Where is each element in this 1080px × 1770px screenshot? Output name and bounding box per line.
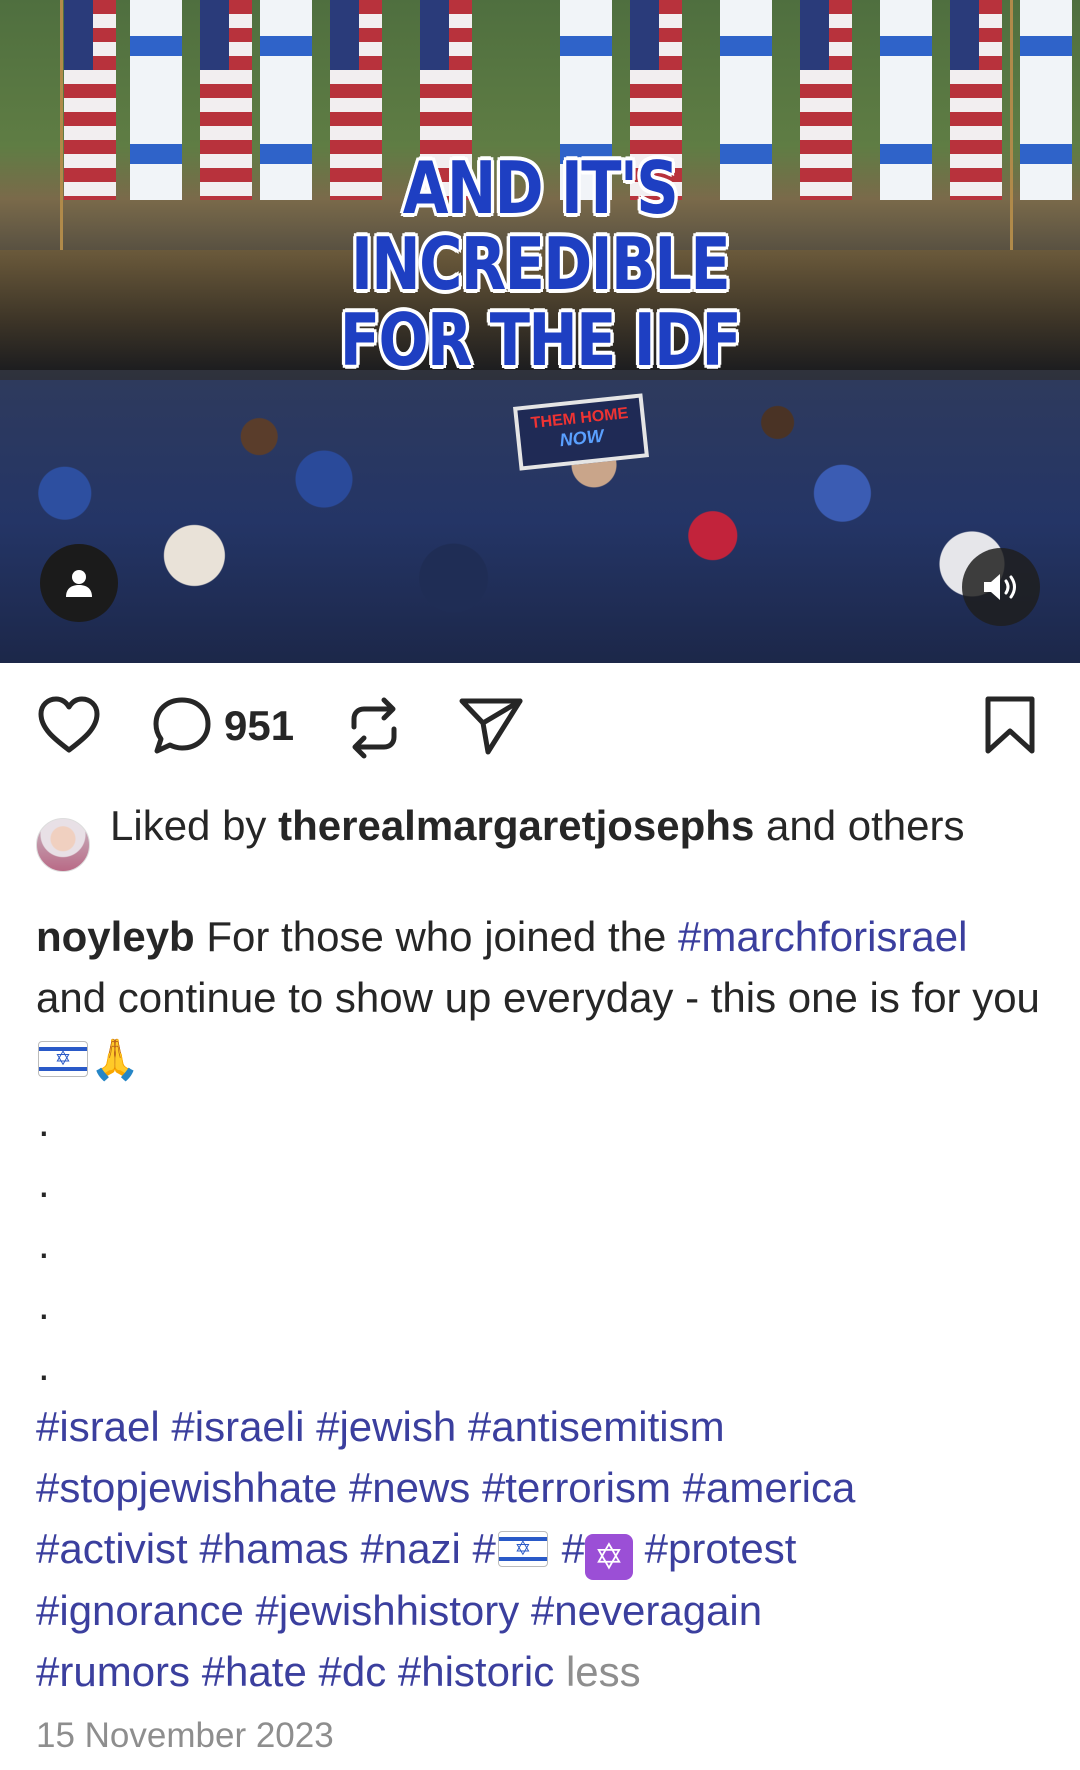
hashtag-text[interactable]: #activist #hamas #nazi # bbox=[36, 1525, 496, 1572]
save-button[interactable] bbox=[982, 695, 1038, 757]
bookmark-icon bbox=[985, 696, 1035, 754]
action-bar: 951 bbox=[0, 663, 1080, 783]
hashtag-line[interactable]: #ignorance #jewishhistory #neveragain bbox=[36, 1580, 1046, 1641]
post-caption: noyleyb For those who joined the #marchf… bbox=[36, 906, 1046, 1702]
hashtag-text[interactable]: #protest bbox=[645, 1525, 797, 1572]
speaker-icon bbox=[984, 574, 1016, 600]
likes-summary[interactable]: Liked by therealmargaretjosephs and othe… bbox=[36, 800, 1046, 872]
dot-line: . bbox=[38, 1220, 50, 1267]
like-button[interactable] bbox=[36, 695, 102, 755]
sound-toggle-button[interactable] bbox=[962, 548, 1040, 626]
israel-flag-emoji-icon bbox=[38, 1041, 88, 1077]
less-button[interactable]: less bbox=[566, 1648, 641, 1695]
us-flag bbox=[200, 0, 252, 200]
repost-button[interactable] bbox=[344, 695, 404, 761]
us-flag bbox=[64, 0, 116, 200]
protest-sign: THEM HOME NOW bbox=[513, 393, 649, 471]
heart-icon bbox=[38, 696, 100, 753]
us-flag bbox=[800, 0, 852, 200]
hashtag-link[interactable]: #marchforisrael bbox=[678, 913, 967, 960]
avatar[interactable] bbox=[36, 818, 90, 872]
video-text-overlay: AND IT'S INCREDIBLE FOR THE IDF bbox=[302, 150, 778, 378]
likes-suffix[interactable]: and others bbox=[766, 802, 964, 849]
flag-pole bbox=[60, 0, 63, 260]
hashtag-text[interactable]: # bbox=[562, 1525, 585, 1572]
hashtag-line[interactable]: #activist #hamas #nazi # #✡ #protest bbox=[36, 1518, 1046, 1580]
israel-flag bbox=[1020, 0, 1072, 200]
user-icon bbox=[66, 570, 92, 597]
caption-body: noyleyb For those who joined the #marchf… bbox=[36, 906, 1046, 1091]
likes-prefix: Liked by bbox=[110, 802, 267, 849]
post-video[interactable]: THEM HOME NOW AND IT'S INCREDIBLE FOR TH… bbox=[0, 0, 1080, 663]
israel-flag bbox=[130, 0, 182, 200]
star-of-david-emoji-icon: ✡ bbox=[584, 1534, 633, 1580]
hashtag-text[interactable]: #rumors #hate #dc #historic bbox=[36, 1648, 554, 1695]
caption-text: and continue to show up everyday - this … bbox=[36, 974, 1040, 1021]
israel-flag-emoji-icon bbox=[497, 1531, 548, 1567]
caption-text: For those who joined the bbox=[206, 913, 667, 960]
share-button[interactable] bbox=[458, 695, 524, 757]
author-username[interactable]: noyleyb bbox=[36, 913, 195, 960]
israel-flag bbox=[880, 0, 932, 200]
overlay-line-2: INCREDIBLE bbox=[350, 222, 731, 306]
flag-pole bbox=[1010, 0, 1013, 260]
overlay-line-1: AND IT'S bbox=[402, 146, 679, 230]
comment-button[interactable]: 951 bbox=[150, 695, 294, 757]
liker-username[interactable]: therealmargaretjosephs bbox=[278, 802, 754, 849]
us-flag bbox=[950, 0, 1002, 200]
comment-count: 951 bbox=[224, 702, 295, 749]
tagged-users-button[interactable] bbox=[40, 544, 118, 622]
hashtag-line[interactable]: #stopjewishhate #news #terrorism #americ… bbox=[36, 1457, 1046, 1518]
send-icon bbox=[459, 698, 523, 755]
comment-icon bbox=[153, 697, 211, 754]
dot-line: . bbox=[38, 1342, 50, 1389]
repost-icon bbox=[351, 697, 397, 759]
dot-line: . bbox=[38, 1281, 50, 1328]
praying-hands-emoji-icon: 🙏 bbox=[90, 1038, 140, 1082]
overlay-line-3: FOR THE IDF bbox=[339, 298, 742, 382]
likes-text: Liked by therealmargaretjosephs and othe… bbox=[110, 800, 964, 872]
hashtag-line: #rumors #hate #dc #historic less bbox=[36, 1641, 1046, 1702]
dot-line: . bbox=[38, 1098, 50, 1145]
dot-line: . bbox=[38, 1159, 50, 1206]
post-date: 15 November 2023 bbox=[36, 1716, 334, 1755]
hashtag-line[interactable]: #israel #israeli #jewish #antisemitism bbox=[36, 1396, 1046, 1457]
